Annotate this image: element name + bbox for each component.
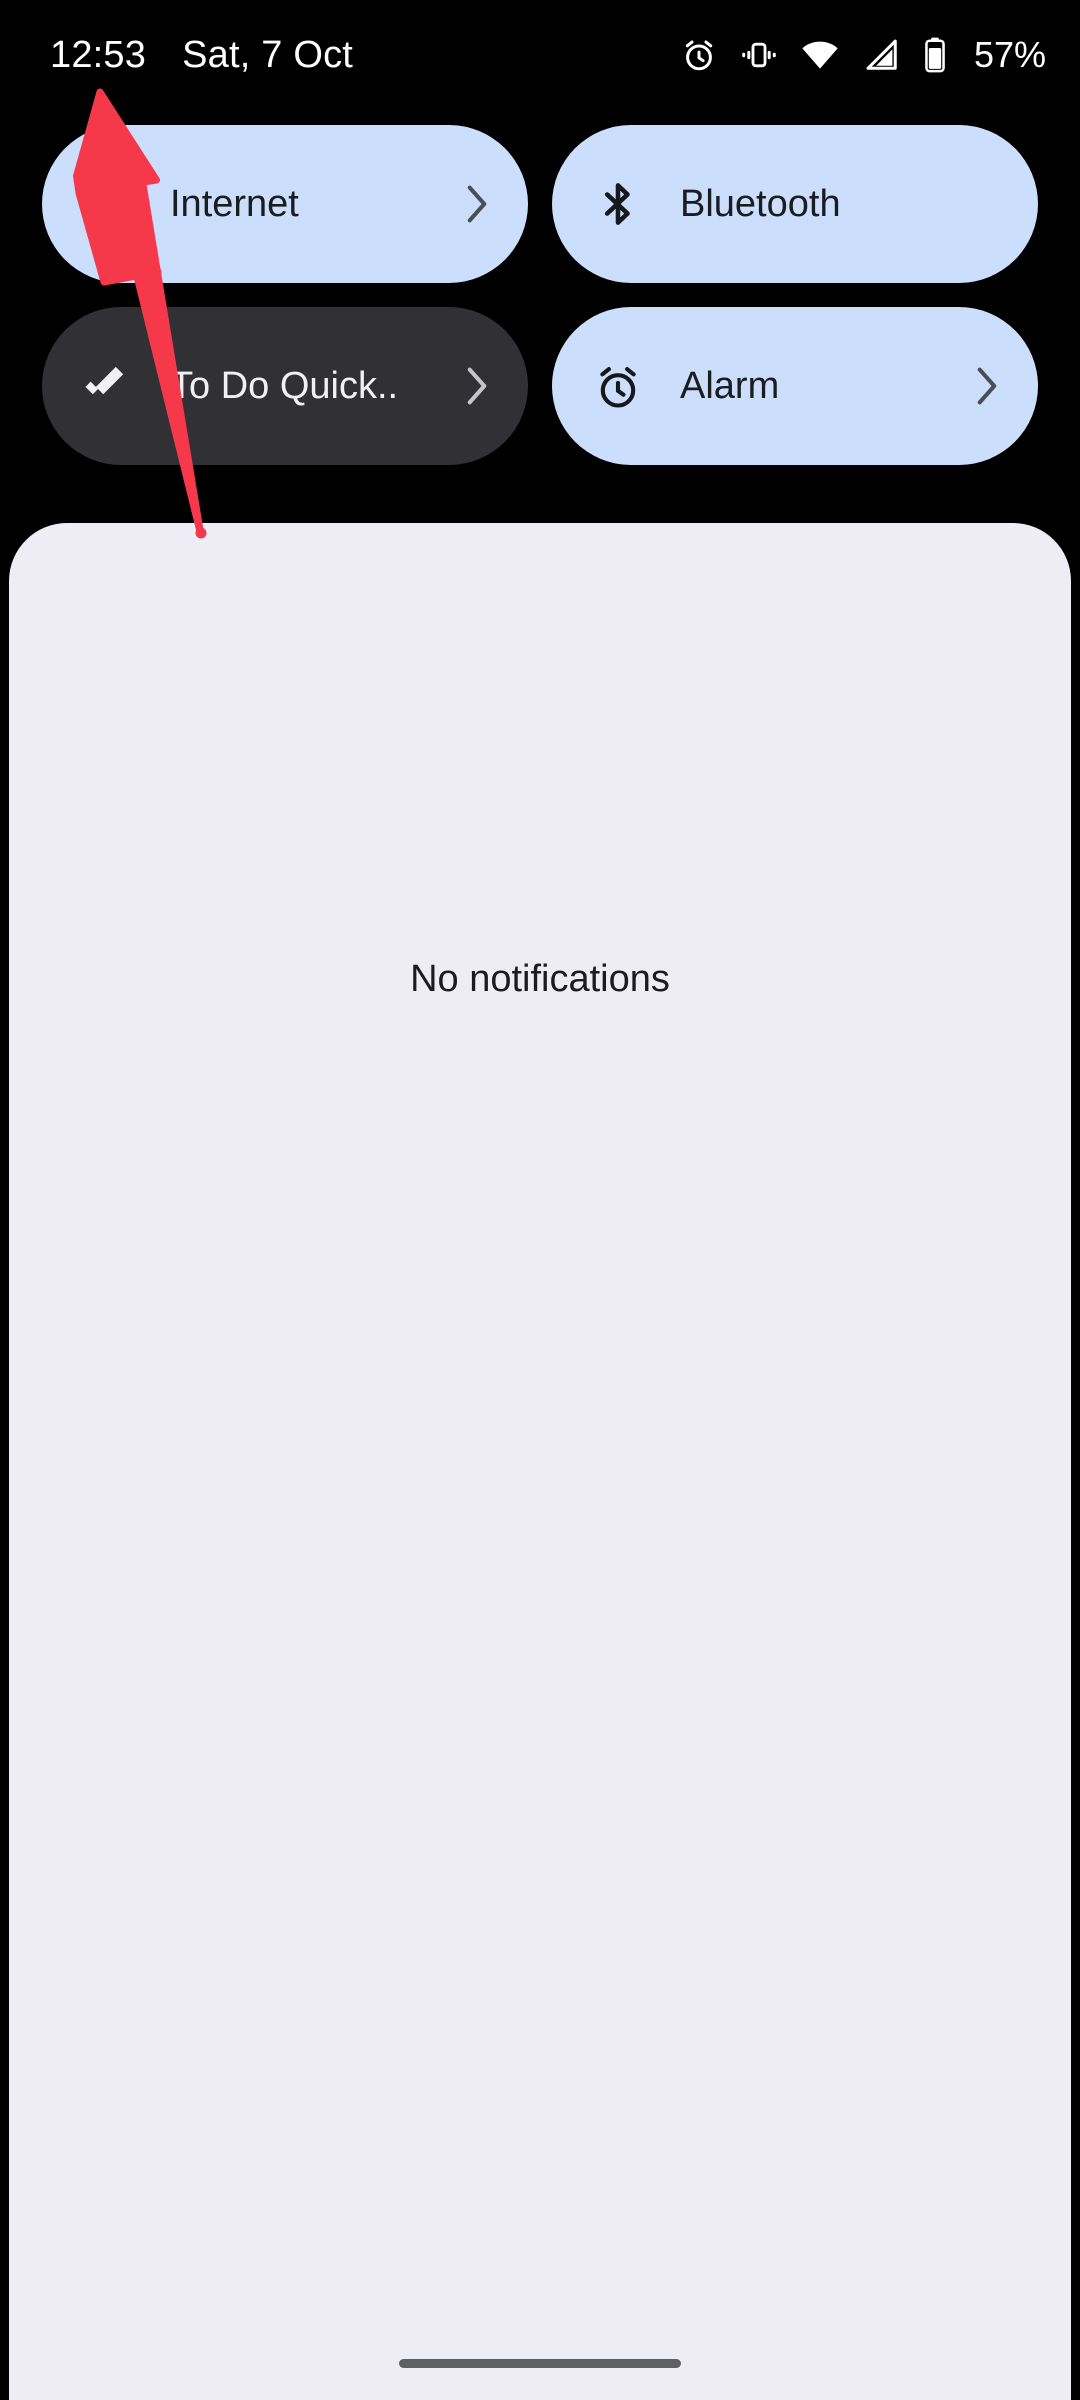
chevron-right-icon[interactable] <box>460 364 494 408</box>
battery-percent-label: 57% <box>973 34 1046 75</box>
double-check-icon <box>80 358 136 414</box>
phone-screen: 12:53 Sat, 7 Oct 57% Internet Bluetooth … <box>0 0 1080 2400</box>
chevron-right-icon[interactable] <box>970 364 1004 408</box>
alarm-clock-icon <box>590 358 646 414</box>
notification-shade[interactable]: No notifications <box>9 523 1071 2400</box>
status-date: Sat, 7 Oct <box>182 34 354 76</box>
status-clock: 12:53 <box>50 34 147 76</box>
status-bar-right: 57% <box>680 35 1046 75</box>
qs-tile-label: To Do Quick.. <box>170 364 399 407</box>
battery-icon <box>922 36 948 74</box>
qs-tile-todo-quick[interactable]: To Do Quick.. <box>42 307 528 465</box>
qs-tile-label: Alarm <box>680 364 780 407</box>
status-bar: 12:53 Sat, 7 Oct 57% <box>0 0 1080 110</box>
alarm-icon <box>680 36 718 74</box>
bluetooth-icon <box>590 176 646 232</box>
qs-tile-alarm[interactable]: Alarm <box>552 307 1038 465</box>
status-bar-left: 12:53 Sat, 7 Oct <box>50 36 353 74</box>
quick-settings-tiles: Internet Bluetooth To Do Quick.. Alarm <box>42 125 1038 465</box>
qs-tile-label: Internet <box>170 182 299 225</box>
qs-tile-label: Bluetooth <box>680 182 841 225</box>
wifi-off-icon <box>80 176 136 232</box>
vibrate-icon <box>740 36 778 74</box>
chevron-right-icon[interactable] <box>460 182 494 226</box>
qs-tile-internet[interactable]: Internet <box>42 125 528 283</box>
wifi-icon <box>800 35 840 75</box>
cellular-signal-icon <box>862 36 900 74</box>
qs-tile-bluetooth[interactable]: Bluetooth <box>552 125 1038 283</box>
gesture-navigation-bar[interactable] <box>399 2359 681 2368</box>
no-notifications-label: No notifications <box>410 958 670 1000</box>
